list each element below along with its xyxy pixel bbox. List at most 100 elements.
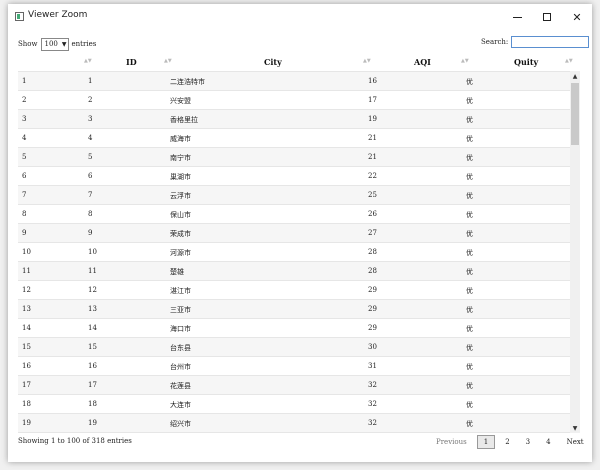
- row-index: 14: [22, 324, 31, 332]
- row-aqi: 27: [368, 229, 377, 237]
- row-quality: 优: [466, 363, 473, 371]
- page-3-button[interactable]: 3: [520, 436, 536, 448]
- column-city[interactable]: City: [264, 57, 282, 67]
- page-1-button[interactable]: 1: [476, 435, 496, 449]
- table-row[interactable]: 8 8 保山市 26 优: [18, 204, 578, 223]
- sort-icon: ▲▼: [164, 58, 172, 64]
- row-index: 2: [22, 96, 27, 104]
- table-row[interactable]: 1 1 二连浩特市 16 优: [18, 71, 578, 90]
- row-quality: 优: [466, 268, 473, 276]
- row-city: 台东县: [170, 344, 191, 352]
- row-aqi: 32: [368, 400, 377, 408]
- row-quality: 优: [466, 154, 473, 162]
- table-row[interactable]: 10 10 河源市 28 优: [18, 242, 578, 261]
- minimize-button[interactable]: [502, 4, 532, 30]
- row-quality: 优: [466, 306, 473, 314]
- row-id: 1: [88, 77, 93, 85]
- table-row[interactable]: 2020广州市32优: [18, 432, 578, 433]
- row-aqi: 21: [368, 153, 377, 161]
- page-size-value: 100: [44, 40, 58, 48]
- page-2-button[interactable]: 2: [499, 436, 515, 448]
- window-title: Viewer Zoom: [28, 10, 88, 20]
- row-id: 19: [88, 419, 97, 427]
- vertical-scrollbar[interactable]: ▲ ▼: [570, 71, 580, 433]
- scrollbar-thumb[interactable]: [571, 83, 579, 145]
- row-city: 威海市: [170, 135, 191, 143]
- row-quality: 优: [466, 420, 473, 428]
- row-index: 19: [22, 419, 31, 427]
- page-size-select[interactable]: 100 ▼: [40, 37, 69, 51]
- row-index: 12: [22, 286, 31, 294]
- page-size-control: Show 100 ▼ entries: [18, 36, 96, 52]
- scroll-up-icon[interactable]: ▲: [570, 71, 580, 81]
- table-row[interactable]: 12 12 湛江市 29 优: [18, 280, 578, 299]
- table-row[interactable]: 4 4 威海市 21 优: [18, 128, 578, 147]
- maximize-icon: [543, 13, 551, 21]
- row-quality: 优: [466, 382, 473, 390]
- table-row[interactable]: 18 18 大连市 32 优: [18, 394, 578, 413]
- row-quality: 优: [466, 211, 473, 219]
- sort-icon: ▲▼: [565, 58, 573, 64]
- row-index: 5: [22, 153, 27, 161]
- close-button[interactable]: ✕: [562, 4, 592, 30]
- row-aqi: 22: [368, 172, 377, 180]
- table-row[interactable]: 9 9 荣成市 27 优: [18, 223, 578, 242]
- column-aqi[interactable]: AQI: [414, 57, 431, 67]
- close-icon: ✕: [572, 10, 582, 24]
- row-id: 6: [88, 172, 93, 180]
- row-quality: 优: [466, 97, 473, 105]
- row-city: 南宁市: [170, 154, 191, 162]
- row-city: 花莲县: [170, 382, 191, 390]
- row-aqi: 16: [368, 77, 377, 85]
- row-city: 巢湖市: [170, 173, 191, 181]
- row-city: 荣成市: [170, 230, 191, 238]
- row-quality: 优: [466, 325, 473, 333]
- table-row[interactable]: 7 7 云浮市 25 优: [18, 185, 578, 204]
- search-input[interactable]: [511, 36, 590, 48]
- row-quality: 优: [466, 401, 473, 409]
- row-id: 11: [88, 267, 97, 275]
- table-body: 1 1 二连浩特市 16 优 2 2 兴安盟 17 优 3 3 香格里拉 19 优 4 4 威海市 21 优 5 5 南宁市…: [18, 71, 578, 433]
- search-control: Search:: [481, 36, 590, 48]
- table-row[interactable]: 17 17 花莲县 32 优: [18, 375, 578, 394]
- table-row[interactable]: 19 19 绍兴市 32 优: [18, 413, 578, 432]
- sort-icon: ▲▼: [461, 58, 469, 64]
- row-city: 湛江市: [170, 287, 191, 295]
- table-info: Showing 1 to 100 of 318 entries: [18, 437, 132, 445]
- row-aqi: 28: [368, 248, 377, 256]
- row-index: 13: [22, 305, 31, 313]
- table-row[interactable]: 2 2 兴安盟 17 优: [18, 90, 578, 109]
- row-city: 三亚市: [170, 306, 191, 314]
- row-aqi: 29: [368, 286, 377, 294]
- row-id: 5: [88, 153, 93, 161]
- sort-icon: ▲▼: [84, 58, 92, 64]
- row-aqi: 32: [368, 419, 377, 427]
- table-row[interactable]: 13 13 三亚市 29 优: [18, 299, 578, 318]
- table-row[interactable]: 16 16 台州市 31 优: [18, 356, 578, 375]
- page-4-button[interactable]: 4: [540, 436, 556, 448]
- next-button[interactable]: Next: [561, 436, 590, 448]
- show-label: Show: [18, 40, 38, 48]
- previous-button[interactable]: Previous: [430, 436, 473, 448]
- row-id: 8: [88, 210, 93, 218]
- row-quality: 优: [466, 192, 473, 200]
- viewer-window: Viewer Zoom ✕ Show 100 ▼ entries Search:…: [8, 4, 592, 462]
- table-row[interactable]: 5 5 南宁市 21 优: [18, 147, 578, 166]
- row-quality: 优: [466, 344, 473, 352]
- table-row[interactable]: 11 11 楚雄 28 优: [18, 261, 578, 280]
- row-city: 大连市: [170, 401, 191, 409]
- row-aqi: 17: [368, 96, 377, 104]
- scroll-down-icon[interactable]: ▼: [570, 423, 580, 433]
- table-row[interactable]: 14 14 海口市 29 优: [18, 318, 578, 337]
- column-id[interactable]: ID: [126, 57, 137, 67]
- row-aqi: 25: [368, 191, 377, 199]
- column-quality[interactable]: Quity: [514, 57, 538, 67]
- row-index: 9: [22, 229, 27, 237]
- table-row[interactable]: 6 6 巢湖市 22 优: [18, 166, 578, 185]
- row-id: 9: [88, 229, 93, 237]
- table-row[interactable]: 15 15 台东县 30 优: [18, 337, 578, 356]
- row-index: 6: [22, 172, 27, 180]
- maximize-button[interactable]: [532, 4, 562, 30]
- row-aqi: 29: [368, 324, 377, 332]
- table-row[interactable]: 3 3 香格里拉 19 优: [18, 109, 578, 128]
